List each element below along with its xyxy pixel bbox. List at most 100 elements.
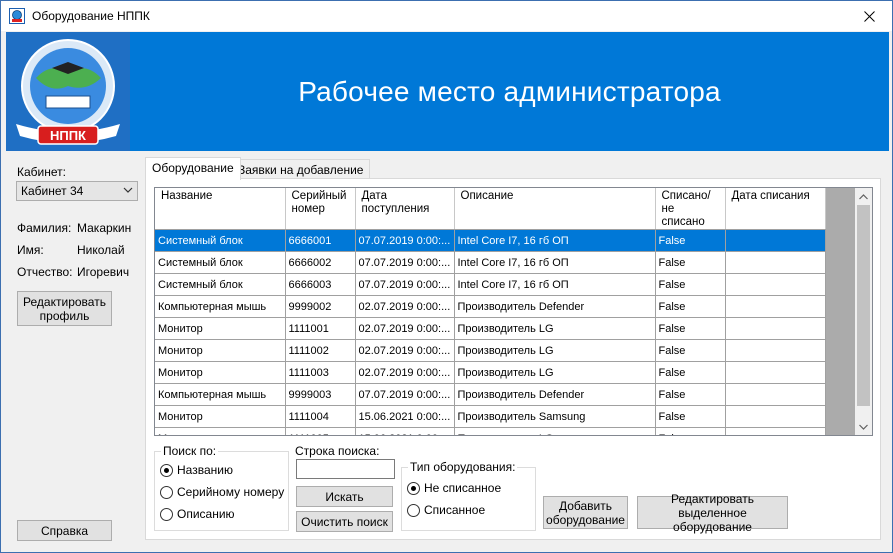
cell-name[interactable]: Системный блок [155, 229, 286, 252]
cell-name[interactable]: Системный блок [155, 251, 286, 274]
cell-description[interactable]: Производитель Samsung [454, 405, 656, 428]
table-row[interactable]: Монитор 1111004 15.06.2021 0:00:... Прои… [155, 405, 826, 428]
scroll-down-button[interactable] [855, 418, 872, 435]
help-button[interactable]: Справка [17, 520, 112, 541]
cell-written-off[interactable]: False [655, 405, 726, 428]
edit-profile-button[interactable]: Редактировать профиль [17, 291, 112, 326]
cell-description[interactable]: Производитель LG [454, 339, 656, 362]
cell-name[interactable]: Монитор [155, 427, 286, 435]
cell-description[interactable]: Производитель LG [454, 317, 656, 340]
cell-writeoff-date[interactable] [725, 339, 826, 362]
cell-writeoff-date[interactable] [725, 295, 826, 318]
cell-received-date[interactable]: 02.07.2019 0:00:... [355, 339, 455, 362]
cell-received-date[interactable]: 07.07.2019 0:00:... [355, 273, 455, 296]
tab-add-requests[interactable]: Заявки на добавление [231, 159, 371, 180]
cell-received-date[interactable]: 07.07.2019 0:00:... [355, 251, 455, 274]
cell-received-date[interactable]: 15.06.2021 0:00:... [355, 427, 455, 435]
cell-written-off[interactable]: False [655, 361, 726, 384]
tab-equipment[interactable]: Оборудование [145, 157, 241, 180]
cell-serial[interactable]: 6666001 [285, 229, 356, 252]
cell-description[interactable]: Производитель Defender [454, 383, 656, 406]
cell-serial[interactable]: 1111002 [285, 339, 356, 362]
cell-name[interactable]: Монитор [155, 339, 286, 362]
cell-received-date[interactable]: 02.07.2019 0:00:... [355, 361, 455, 384]
table-row[interactable]: Монитор 1111005 15.06.2021 0:00:... Прои… [155, 427, 826, 435]
cell-written-off[interactable]: False [655, 273, 726, 296]
cell-serial[interactable]: 6666003 [285, 273, 356, 296]
column-header-serial[interactable]: Серийный номер [285, 188, 356, 230]
not-written-off-radio[interactable]: Не списанное [407, 481, 501, 495]
cell-received-date[interactable]: 02.07.2019 0:00:... [355, 295, 455, 318]
written-off-radio[interactable]: Списанное [407, 503, 485, 517]
cell-serial[interactable]: 1111003 [285, 361, 356, 384]
grid-vertical-scrollbar[interactable] [855, 188, 872, 435]
cell-serial[interactable]: 1111001 [285, 317, 356, 340]
table-row[interactable]: Компьютерная мышь 9999002 02.07.2019 0:0… [155, 295, 826, 318]
cell-serial[interactable]: 9999002 [285, 295, 356, 318]
close-icon [863, 10, 875, 22]
cell-written-off[interactable]: False [655, 383, 726, 406]
table-row[interactable]: Системный блок 6666003 07.07.2019 0:00:.… [155, 273, 826, 296]
equipment-grid[interactable]: Название Серийный номер Дата поступления… [154, 187, 873, 436]
cell-name[interactable]: Компьютерная мышь [155, 383, 286, 406]
cell-writeoff-date[interactable] [725, 317, 826, 340]
clear-search-button[interactable]: Очистить поиск [296, 511, 393, 532]
table-row[interactable]: Системный блок 6666002 07.07.2019 0:00:.… [155, 251, 826, 274]
table-row[interactable]: Монитор 1111001 02.07.2019 0:00:... Прои… [155, 317, 826, 340]
column-header-received-date[interactable]: Дата поступления [355, 188, 455, 230]
search-button[interactable]: Искать [296, 486, 393, 507]
cell-description[interactable]: Производитель LG [454, 427, 656, 435]
cell-written-off[interactable]: False [655, 427, 726, 435]
surname-value: Макаркин [77, 221, 132, 235]
cell-description[interactable]: Intel Core I7, 16 гб ОП [454, 229, 656, 252]
cell-writeoff-date[interactable] [725, 273, 826, 296]
cell-serial[interactable]: 9999003 [285, 383, 356, 406]
cell-writeoff-date[interactable] [725, 229, 826, 252]
equipment-table: Название Серийный номер Дата поступления… [155, 188, 826, 435]
cell-description[interactable]: Intel Core I7, 16 гб ОП [454, 251, 656, 274]
column-header-written-off[interactable]: Списано/не списано [655, 188, 726, 230]
close-button[interactable] [846, 1, 892, 31]
search-by-name-radio[interactable]: Названию [160, 463, 233, 477]
cabinet-select[interactable]: Кабинет 34 [16, 181, 138, 201]
table-row[interactable]: Монитор 1111003 02.07.2019 0:00:... Прои… [155, 361, 826, 384]
cell-writeoff-date[interactable] [725, 251, 826, 274]
scroll-up-button[interactable] [855, 188, 872, 205]
table-row[interactable]: Монитор 1111002 02.07.2019 0:00:... Прои… [155, 339, 826, 362]
search-input[interactable] [296, 459, 395, 479]
add-equipment-button[interactable]: Добавить оборудование [543, 496, 628, 529]
search-by-description-radio[interactable]: Описанию [160, 507, 235, 521]
cell-serial[interactable]: 1111004 [285, 405, 356, 428]
column-header-description[interactable]: Описание [454, 188, 656, 230]
cell-description[interactable]: Производитель Defender [454, 295, 656, 318]
cell-name[interactable]: Компьютерная мышь [155, 295, 286, 318]
search-by-serial-radio[interactable]: Серийному номеру [160, 485, 284, 499]
cell-received-date[interactable]: 02.07.2019 0:00:... [355, 317, 455, 340]
column-header-name[interactable]: Название [155, 188, 286, 230]
cell-name[interactable]: Монитор [155, 361, 286, 384]
cell-written-off[interactable]: False [655, 251, 726, 274]
cell-serial[interactable]: 6666002 [285, 251, 356, 274]
cell-written-off[interactable]: False [655, 295, 726, 318]
cell-writeoff-date[interactable] [725, 427, 826, 435]
cell-description[interactable]: Intel Core I7, 16 гб ОП [454, 273, 656, 296]
cell-writeoff-date[interactable] [725, 405, 826, 428]
scroll-thumb[interactable] [857, 205, 870, 406]
cell-writeoff-date[interactable] [725, 383, 826, 406]
cell-received-date[interactable]: 07.07.2019 0:00:... [355, 229, 455, 252]
cell-serial[interactable]: 1111005 [285, 427, 356, 435]
cell-name[interactable]: Монитор [155, 317, 286, 340]
cell-written-off[interactable]: False [655, 317, 726, 340]
cell-received-date[interactable]: 07.07.2019 0:00:... [355, 383, 455, 406]
edit-selected-equipment-button[interactable]: Редактировать выделенное оборудование [637, 492, 788, 534]
cell-name[interactable]: Системный блок [155, 273, 286, 296]
cell-description[interactable]: Производитель LG [454, 361, 656, 384]
cell-written-off[interactable]: False [655, 339, 726, 362]
table-row[interactable]: Компьютерная мышь 9999003 07.07.2019 0:0… [155, 383, 826, 406]
column-header-writeoff-date[interactable]: Дата списания [725, 188, 826, 230]
cell-received-date[interactable]: 15.06.2021 0:00:... [355, 405, 455, 428]
cell-writeoff-date[interactable] [725, 361, 826, 384]
cell-name[interactable]: Монитор [155, 405, 286, 428]
cell-written-off[interactable]: False [655, 229, 726, 252]
table-row[interactable]: Системный блок 6666001 07.07.2019 0:00:.… [155, 229, 826, 252]
